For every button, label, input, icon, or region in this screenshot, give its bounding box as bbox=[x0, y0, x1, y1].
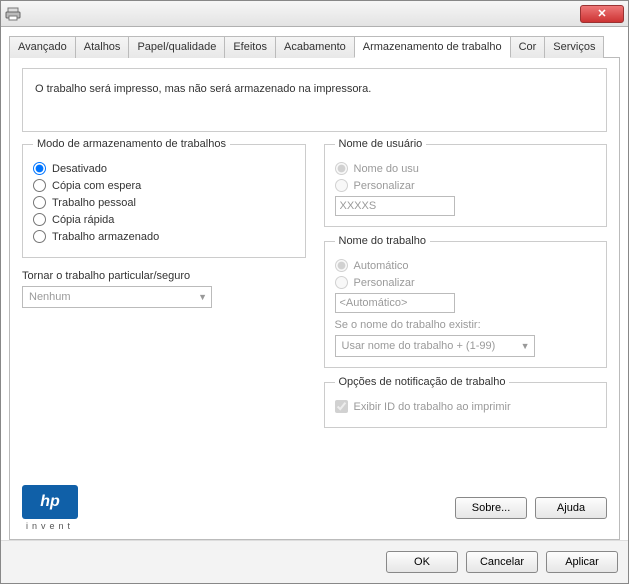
radio-label: Trabalho pessoal bbox=[52, 197, 136, 209]
tab-effects[interactable]: Efeitos bbox=[224, 36, 276, 58]
help-button[interactable]: Ajuda bbox=[535, 497, 607, 519]
notify-group: Opções de notificação de trabalho Exibir… bbox=[324, 376, 608, 428]
tab-label: Papel/qualidade bbox=[137, 41, 216, 53]
radio-stored[interactable]: Trabalho armazenado bbox=[33, 230, 295, 243]
apply-button[interactable]: Aplicar bbox=[546, 551, 618, 573]
username-legend: Nome de usuário bbox=[335, 138, 427, 150]
button-label: Sobre... bbox=[472, 502, 511, 514]
chevron-down-icon: ▼ bbox=[521, 341, 530, 351]
username-input bbox=[335, 196, 455, 216]
tabs: Avançado Atalhos Papel/qualidade Efeitos… bbox=[9, 35, 620, 58]
checkbox-label: Exibir ID do trabalho ao imprimir bbox=[354, 401, 511, 413]
info-text: O trabalho será impresso, mas não será a… bbox=[35, 83, 371, 95]
printer-icon bbox=[5, 6, 21, 22]
radio-label: Personalizar bbox=[354, 180, 415, 192]
jobname-input bbox=[335, 293, 455, 313]
secure-select: Nenhum ▼ bbox=[22, 286, 212, 308]
radio-off-input[interactable] bbox=[33, 162, 46, 175]
radio-jobname-custom-input bbox=[335, 276, 348, 289]
radio-off[interactable]: Desativado bbox=[33, 162, 295, 175]
close-button[interactable]: ✕ bbox=[580, 5, 624, 23]
close-icon: ✕ bbox=[597, 7, 606, 20]
button-label: Cancelar bbox=[480, 556, 524, 568]
chevron-down-icon: ▼ bbox=[198, 292, 207, 302]
hp-logo: hp invent bbox=[22, 485, 78, 531]
tab-label: Acabamento bbox=[284, 41, 346, 53]
radio-quick-input[interactable] bbox=[33, 213, 46, 226]
cancel-button[interactable]: Cancelar bbox=[466, 551, 538, 573]
ok-button[interactable]: OK bbox=[386, 551, 458, 573]
button-label: OK bbox=[414, 556, 430, 568]
secure-group: Tornar o trabalho particular/seguro Nenh… bbox=[22, 270, 306, 308]
tab-label: Efeitos bbox=[233, 41, 267, 53]
secure-value: Nenhum bbox=[29, 291, 71, 303]
radio-jobname-auto-input bbox=[335, 259, 348, 272]
radio-username-custom: Personalizar bbox=[335, 179, 597, 192]
notify-legend: Opções de notificação de trabalho bbox=[335, 376, 510, 388]
jobname-exists-value: Usar nome do trabalho + (1-99) bbox=[342, 340, 496, 352]
button-label: Ajuda bbox=[557, 502, 585, 514]
tab-color[interactable]: Cor bbox=[510, 36, 546, 58]
tab-services[interactable]: Serviços bbox=[544, 36, 604, 58]
tab-label: Armazenamento de trabalho bbox=[363, 41, 502, 53]
storage-mode-legend: Modo de armazenamento de trabalhos bbox=[33, 138, 230, 150]
radio-jobname-custom: Personalizar bbox=[335, 276, 597, 289]
radio-username-auto: Nome do usu bbox=[335, 162, 597, 175]
dialog-footer: OK Cancelar Aplicar bbox=[1, 540, 628, 583]
username-group: Nome de usuário Nome do usu Personalizar bbox=[324, 138, 608, 227]
radio-username-custom-input bbox=[335, 179, 348, 192]
tab-label: Serviços bbox=[553, 41, 595, 53]
radio-proof-input[interactable] bbox=[33, 179, 46, 192]
tab-finishing[interactable]: Acabamento bbox=[275, 36, 355, 58]
tab-job-storage[interactable]: Armazenamento de trabalho bbox=[354, 36, 511, 58]
dialog-window: ✕ Avançado Atalhos Papel/qualidade Efeit… bbox=[0, 0, 629, 584]
hp-brand: hp bbox=[40, 493, 60, 511]
button-label: Aplicar bbox=[565, 556, 599, 568]
radio-personal-input[interactable] bbox=[33, 196, 46, 209]
storage-mode-group: Modo de armazenamento de trabalhos Desat… bbox=[22, 138, 306, 258]
titlebar: ✕ bbox=[1, 1, 628, 27]
tab-label: Avançado bbox=[18, 41, 67, 53]
secure-label: Tornar o trabalho particular/seguro bbox=[22, 270, 306, 282]
info-message: O trabalho será impresso, mas não será a… bbox=[22, 68, 607, 132]
radio-jobname-auto: Automático bbox=[335, 259, 597, 272]
tab-paper-quality[interactable]: Papel/qualidade bbox=[128, 36, 225, 58]
tab-shortcuts[interactable]: Atalhos bbox=[75, 36, 130, 58]
jobname-group: Nome do trabalho Automático Personalizar… bbox=[324, 235, 608, 368]
radio-proof[interactable]: Cópia com espera bbox=[33, 179, 295, 192]
radio-label: Automático bbox=[354, 260, 409, 272]
jobname-exists-select: Usar nome do trabalho + (1-99) ▼ bbox=[335, 335, 535, 357]
radio-label: Cópia rápida bbox=[52, 214, 114, 226]
tab-advanced[interactable]: Avançado bbox=[9, 36, 76, 58]
radio-personal[interactable]: Trabalho pessoal bbox=[33, 196, 295, 209]
radio-label: Nome do usu bbox=[354, 163, 419, 175]
radio-stored-input[interactable] bbox=[33, 230, 46, 243]
tab-panel: O trabalho será impresso, mas não será a… bbox=[9, 58, 620, 540]
jobname-legend: Nome do trabalho bbox=[335, 235, 430, 247]
tab-label: Cor bbox=[519, 41, 537, 53]
checkbox-show-jobid-input bbox=[335, 400, 348, 413]
jobname-exists-label: Se o nome do trabalho existir: bbox=[335, 319, 597, 331]
about-button[interactable]: Sobre... bbox=[455, 497, 527, 519]
tab-label: Atalhos bbox=[84, 41, 121, 53]
radio-quick[interactable]: Cópia rápida bbox=[33, 213, 295, 226]
checkbox-show-jobid: Exibir ID do trabalho ao imprimir bbox=[335, 400, 597, 413]
hp-tagline: invent bbox=[26, 521, 74, 531]
radio-label: Trabalho armazenado bbox=[52, 231, 159, 243]
radio-label: Cópia com espera bbox=[52, 180, 141, 192]
radio-username-auto-input bbox=[335, 162, 348, 175]
radio-label: Desativado bbox=[52, 163, 107, 175]
radio-label: Personalizar bbox=[354, 277, 415, 289]
